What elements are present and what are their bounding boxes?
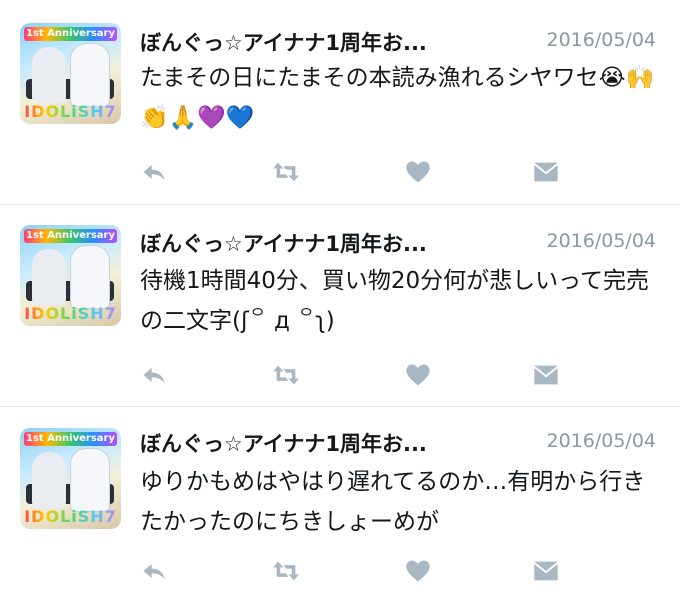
tweet-date[interactable]: 2016/05/04	[546, 430, 656, 452]
tweet-actions	[140, 158, 560, 188]
reply-button[interactable]	[140, 361, 170, 391]
avatar-banner: 1st Anniversary	[24, 229, 117, 243]
avatar-logo: IDOLiSH7	[20, 102, 121, 121]
retweet-icon	[273, 365, 299, 385]
avatar-figure	[32, 47, 66, 103]
avatar-banner: 1st Anniversary	[24, 27, 117, 41]
like-button[interactable]	[404, 557, 434, 587]
avatar[interactable]: 1st Anniversary IDOLiSH7	[20, 225, 121, 326]
tweet-actions	[140, 361, 560, 391]
avatar-banner: 1st Anniversary	[24, 432, 117, 446]
envelope-icon	[534, 561, 558, 581]
message-button[interactable]	[532, 158, 562, 188]
envelope-icon	[534, 162, 558, 182]
tweet-author-name[interactable]: ぼんぐっ☆アイナナ1周年お...	[140, 428, 427, 458]
avatar-figure	[70, 43, 110, 107]
tweet-text: ゆりかもめはやはり遅れてるのか…有明から行きたかったのにちきしょーめが	[140, 469, 646, 535]
retweet-button[interactable]	[272, 158, 302, 188]
avatar-figure	[32, 249, 66, 305]
avatar-figure	[70, 448, 110, 512]
avatar-figure	[32, 452, 66, 508]
tweet[interactable]: 1st Anniversary IDOLiSH7 ぼんぐっ☆アイナナ1周年お..…	[0, 205, 680, 406]
message-button[interactable]	[532, 557, 562, 587]
avatar[interactable]: 1st Anniversary IDOLiSH7	[20, 23, 121, 124]
tweet[interactable]: 1st Anniversary IDOLiSH7 ぼんぐっ☆アイナナ1周年お..…	[0, 407, 680, 604]
message-button[interactable]	[532, 361, 562, 391]
tweet-date[interactable]: 2016/05/04	[546, 29, 656, 51]
reply-icon	[143, 165, 165, 181]
heart-icon	[406, 364, 430, 386]
reply-icon	[143, 564, 165, 580]
tweet-actions	[140, 557, 560, 587]
tweet-author-name[interactable]: ぼんぐっ☆アイナナ1周年お...	[140, 228, 427, 258]
heart-icon	[406, 161, 430, 183]
like-button[interactable]	[404, 158, 434, 188]
tweet-date[interactable]: 2016/05/04	[546, 230, 656, 252]
avatar-logo: IDOLiSH7	[20, 507, 121, 526]
retweet-icon	[273, 561, 299, 581]
retweet-button[interactable]	[272, 557, 302, 587]
heart-icon	[406, 560, 430, 582]
tweet-author-name[interactable]: ぼんぐっ☆アイナナ1周年お...	[140, 27, 427, 57]
envelope-icon	[534, 365, 558, 385]
tweet-text: たまその日にたまその本読み漁れるシヤワセ😭🙌👏🙏💜💙	[140, 65, 655, 131]
reply-button[interactable]	[140, 158, 170, 188]
tweet[interactable]: 1st Anniversary IDOLiSH7 ぼんぐっ☆アイナナ1周年お..…	[0, 0, 680, 204]
reply-button[interactable]	[140, 557, 170, 587]
tweet-text: 待機1時間40分、買い物20分何が悲しいって完売の二文字(ʃ꒪ д ꒪ʅ)	[140, 268, 650, 334]
avatar-logo: IDOLiSH7	[20, 304, 121, 323]
retweet-icon	[273, 162, 299, 182]
avatar-figure	[70, 245, 110, 309]
reply-icon	[143, 368, 165, 384]
retweet-button[interactable]	[272, 361, 302, 391]
like-button[interactable]	[404, 361, 434, 391]
avatar[interactable]: 1st Anniversary IDOLiSH7	[20, 428, 121, 529]
